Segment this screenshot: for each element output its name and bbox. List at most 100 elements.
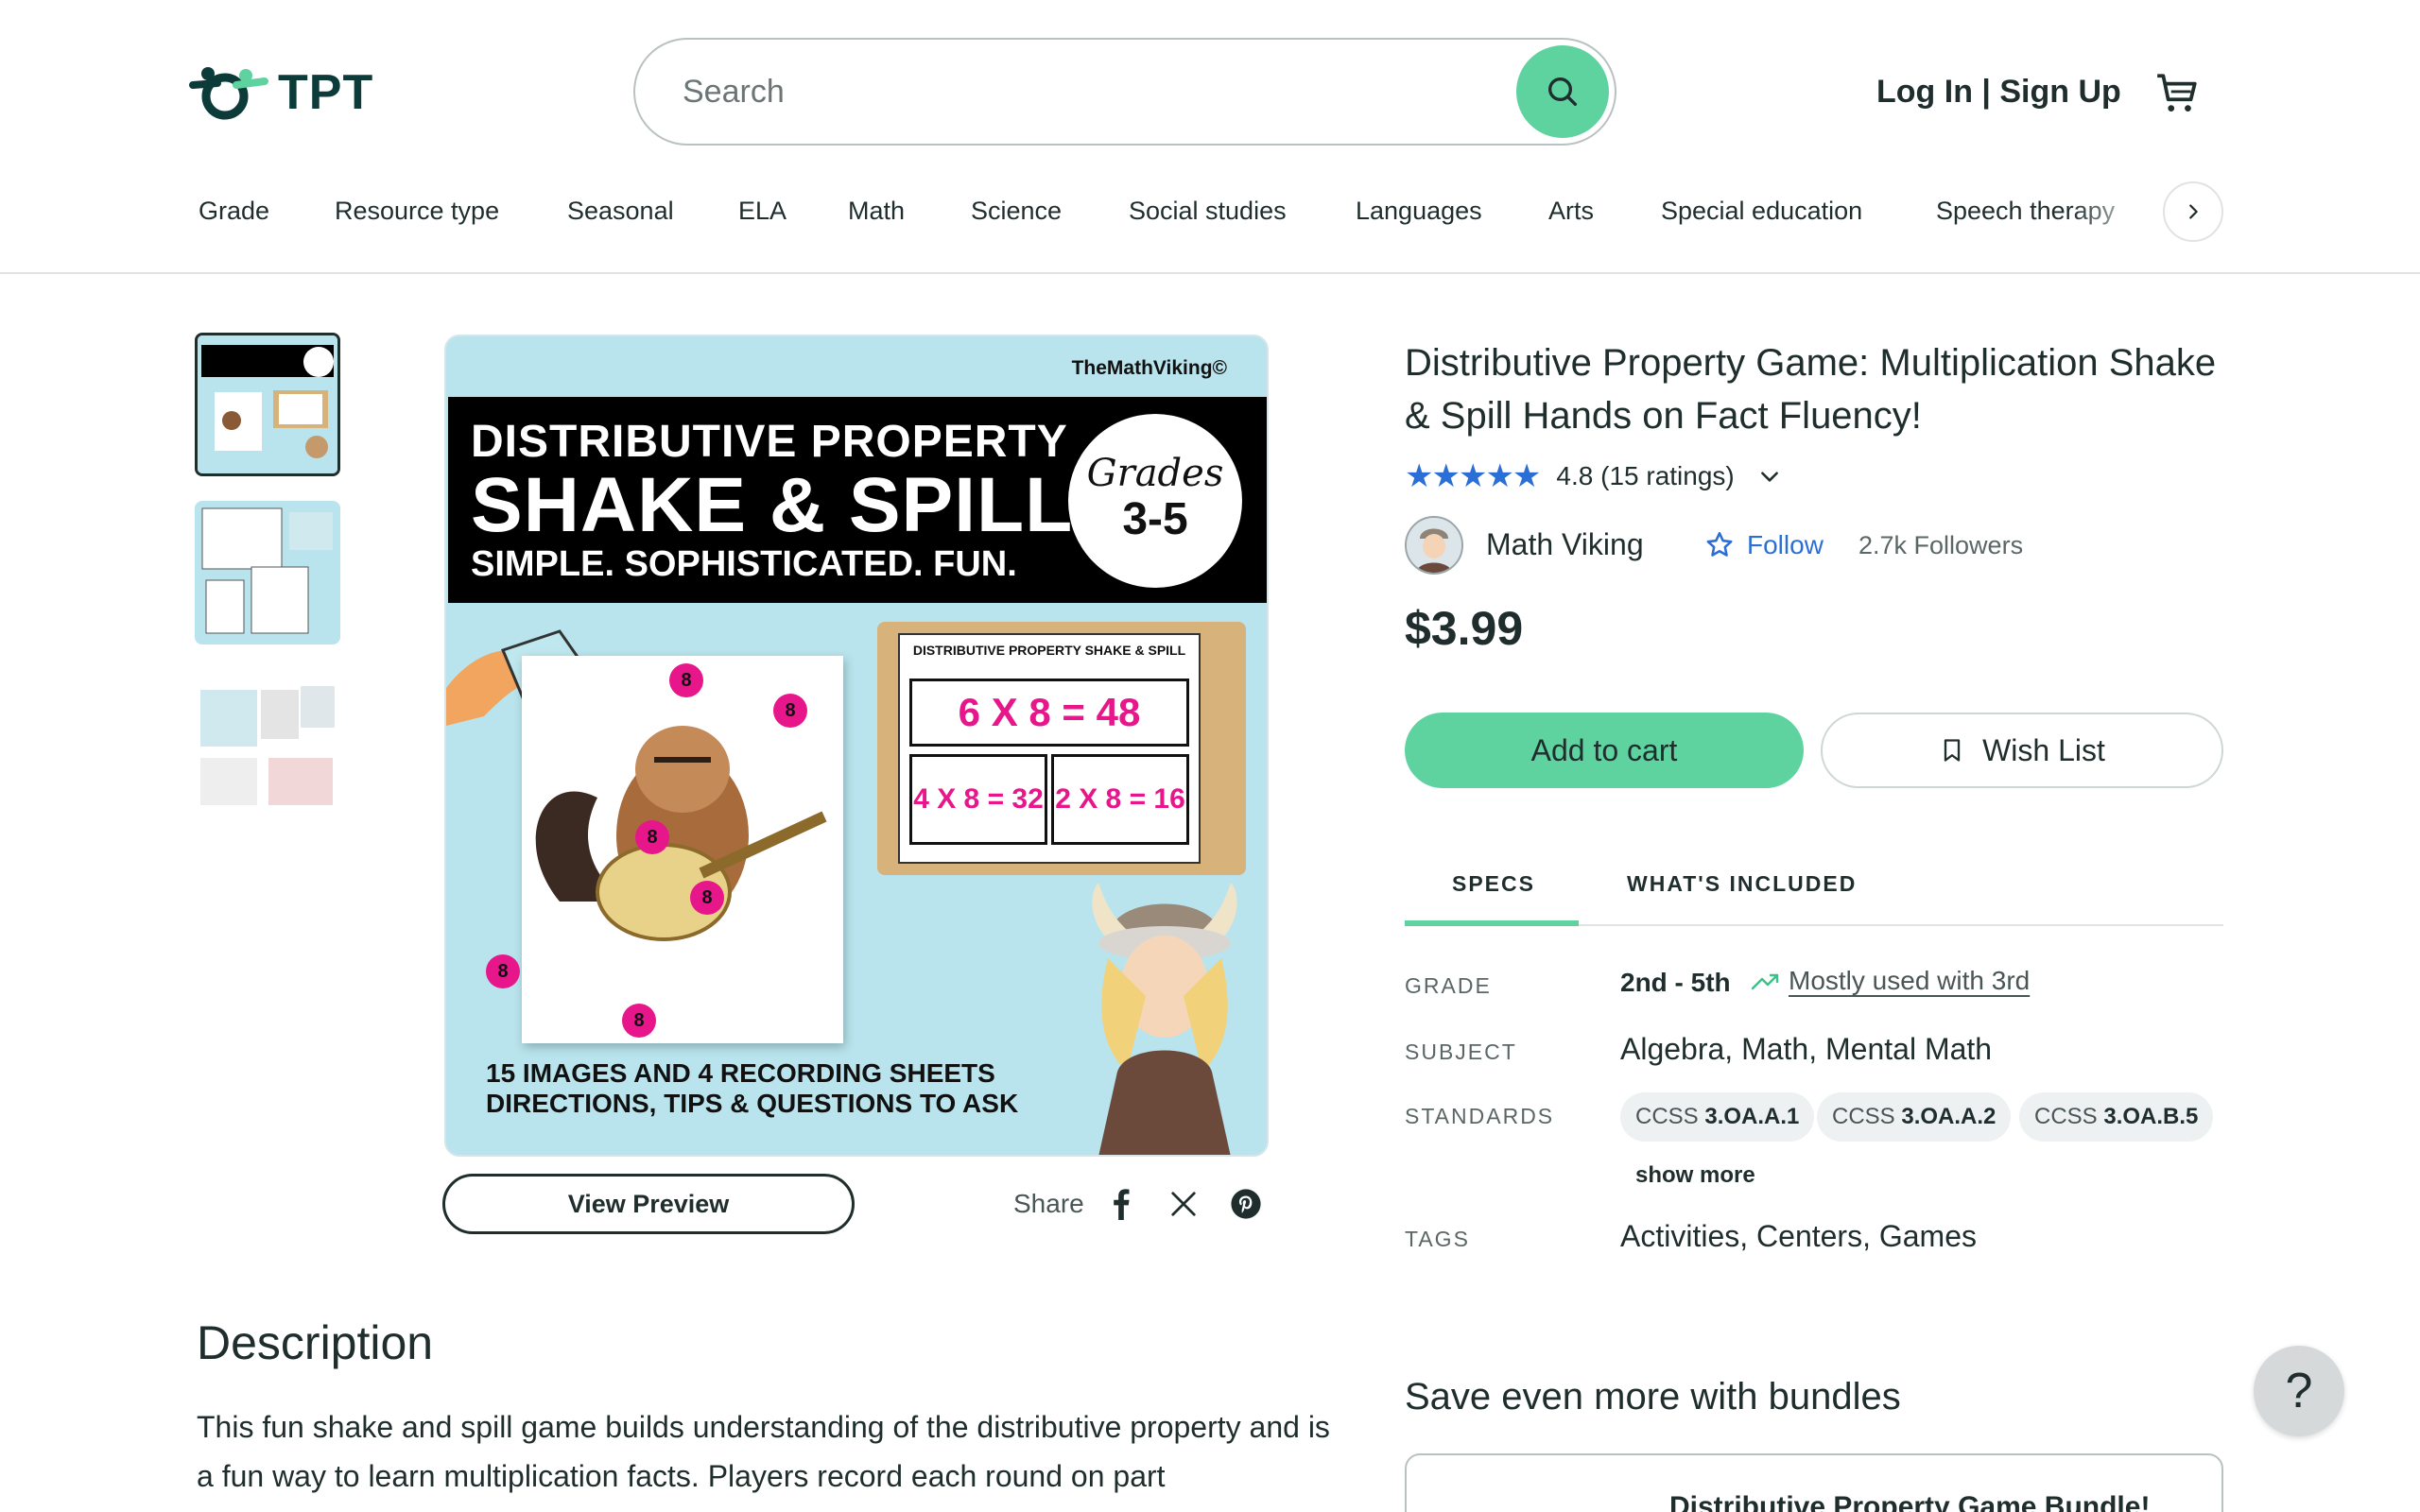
- spec-value-grade: 2nd - 5th: [1620, 968, 1731, 997]
- equation-part-a: 4 X 8 = 32: [909, 754, 1047, 845]
- nav-item-ela[interactable]: ELA: [738, 197, 786, 226]
- active-tab-indicator: [1405, 920, 1579, 926]
- standard-code: 3.OA.B.5: [2103, 1104, 2199, 1129]
- login-signup-link[interactable]: Log In | Sign Up: [1876, 74, 2121, 111]
- nav-item-seasonal[interactable]: Seasonal: [567, 197, 674, 226]
- rating-number: 4.8: [1556, 461, 1594, 490]
- spec-value-tags[interactable]: Activities, Centers, Games: [1620, 1219, 1977, 1254]
- spec-value-subject[interactable]: Algebra, Math, Mental Math: [1620, 1032, 1992, 1067]
- rating-value: 4.8 (15 ratings): [1556, 461, 1734, 491]
- rating-count: (15 ratings): [1600, 461, 1735, 490]
- preview-line-3: SIMPLE. SOPHISTICATED. FUN.: [471, 544, 1017, 584]
- standard-chip[interactable]: CCSS 3.OA.B.5: [2019, 1092, 2214, 1142]
- thumbnail-cover-image: [198, 335, 337, 473]
- wish-list-label: Wish List: [1982, 732, 2105, 767]
- nav-item-grade[interactable]: Grade: [199, 197, 269, 226]
- rating-stars: ★★★★★: [1405, 458, 1541, 494]
- bundle-card[interactable]: Distributive Property Game Bundle!: [1405, 1453, 2223, 1512]
- logo-text: TPT: [278, 65, 374, 120]
- grade-trend-text: Mostly used with 3rd: [1789, 966, 2031, 995]
- thumbnail-3[interactable]: [195, 671, 340, 815]
- dice-dot: 8: [635, 820, 669, 854]
- search-button[interactable]: [1516, 45, 1609, 138]
- tab-specs[interactable]: SPECS: [1452, 871, 1535, 897]
- tab-whats-included[interactable]: WHAT'S INCLUDED: [1627, 871, 1857, 897]
- author-avatar[interactable]: [1405, 516, 1463, 575]
- grades-badge-label: Grades: [1086, 452, 1224, 495]
- follow-button[interactable]: Follow: [1703, 529, 1824, 561]
- nav-item-science[interactable]: Science: [971, 197, 1062, 226]
- standard-code: 3.OA.A.1: [1704, 1104, 1800, 1129]
- thumbnail-2[interactable]: [195, 501, 340, 644]
- equation-part-b: 2 X 8 = 16: [1051, 754, 1189, 845]
- preview-title-banner: DISTRIBUTIVE PROPERTY SHAKE & SPILL SIMP…: [448, 397, 1267, 603]
- search-icon: [1548, 77, 1577, 107]
- add-to-cart-button[interactable]: Add to cart: [1405, 713, 1804, 788]
- nav-item-social-studies[interactable]: Social studies: [1129, 197, 1287, 226]
- description-heading: Description: [197, 1316, 434, 1369]
- dice-dot: 8: [622, 1004, 656, 1038]
- clipboard: DISTRIBUTIVE PROPERTY SHAKE & SPILL 6 X …: [877, 622, 1246, 875]
- cart-icon[interactable]: [2153, 70, 2201, 117]
- chevron-down-icon: [1760, 472, 1778, 482]
- wish-list-button[interactable]: Wish List: [1821, 713, 2223, 788]
- preview-brand-text: TheMathViking©: [1071, 357, 1227, 379]
- preview-line-2: SHAKE & SPILL: [471, 462, 1074, 548]
- description-text: This fun shake and spill game builds und…: [197, 1410, 1330, 1493]
- show-more-standards-link[interactable]: show more: [1635, 1162, 1755, 1189]
- help-button[interactable]: ?: [2254, 1346, 2344, 1436]
- logo-mark-icon: [189, 67, 268, 120]
- nav-item-languages[interactable]: Languages: [1356, 197, 1482, 226]
- facebook-icon[interactable]: [1102, 1185, 1140, 1223]
- x-twitter-icon[interactable]: [1165, 1185, 1202, 1223]
- nav-item-resource-type[interactable]: Resource type: [335, 197, 499, 226]
- thumbnail-sheets-image: [195, 501, 340, 644]
- thumbnail-directions-image: [195, 671, 340, 815]
- product-preview-image[interactable]: TheMathViking© DISTRIBUTIVE PROPERTY SHA…: [444, 335, 1269, 1157]
- viking-character-illustration: [1092, 883, 1237, 1155]
- spec-label-grade: GRADE: [1405, 973, 1492, 998]
- author-row: Math Viking Follow 2.7k Followers: [1405, 516, 2256, 576]
- spec-label-subject: SUBJECT: [1405, 1040, 1517, 1064]
- category-nav: Grade Resource type Seasonal ELA Math Sc…: [0, 181, 2420, 244]
- preview-bottom-line-2: DIRECTIONS, TIPS & QUESTIONS TO ASK: [486, 1089, 1019, 1118]
- view-preview-button[interactable]: View Preview: [442, 1174, 855, 1234]
- standard-code: 3.OA.A.2: [1901, 1104, 1996, 1129]
- share-label: Share: [1013, 1189, 1084, 1218]
- nav-next-button[interactable]: [2163, 181, 2223, 242]
- dice-dot: 8: [773, 694, 807, 728]
- equation-total: 6 X 8 = 48: [909, 679, 1189, 747]
- pinterest-icon[interactable]: [1227, 1185, 1265, 1223]
- trending-up-icon: [1751, 973, 1779, 990]
- bookmark-icon: [1944, 739, 1961, 762]
- dice-dot: 8: [486, 954, 520, 988]
- standard-chip[interactable]: CCSS 3.OA.A.1: [1620, 1092, 1815, 1142]
- grades-badge: Grades 3-5: [1068, 414, 1242, 588]
- dice-dot: 8: [669, 663, 703, 697]
- product-tabs: SPECS WHAT'S INCLUDED: [1405, 854, 2223, 926]
- rating-row[interactable]: ★★★★★ 4.8 (15 ratings): [1405, 457, 1782, 495]
- author-name-link[interactable]: Math Viking: [1486, 527, 1644, 562]
- thumbnail-1[interactable]: [195, 333, 340, 476]
- product-price: $3.99: [1405, 602, 1524, 655]
- nav-item-arts[interactable]: Arts: [1548, 197, 1594, 226]
- standard-prefix: CCSS: [1635, 1104, 1699, 1129]
- star-outline-icon: [1706, 531, 1733, 557]
- search-input[interactable]: [683, 62, 1514, 121]
- grade-trend-link[interactable]: Mostly used with 3rd: [1751, 966, 2030, 996]
- recording-sheet: DISTRIBUTIVE PROPERTY SHAKE & SPILL 6 X …: [898, 633, 1201, 864]
- preview-line-1: DISTRIBUTIVE PROPERTY: [471, 417, 1068, 467]
- nav-fade: [2070, 181, 2155, 244]
- follower-count: 2.7k Followers: [1858, 531, 2024, 559]
- chevron-right-icon: [2189, 204, 2198, 219]
- tpt-logo[interactable]: TPT: [189, 62, 406, 123]
- nav-item-special-education[interactable]: Special education: [1661, 197, 1862, 226]
- standard-chip[interactable]: CCSS 3.OA.A.2: [1817, 1092, 2012, 1142]
- standard-prefix: CCSS: [1832, 1104, 1895, 1129]
- search-bar: [633, 38, 1616, 146]
- spec-label-standards: STANDARDS: [1405, 1104, 1555, 1128]
- dice-dot: 8: [690, 881, 724, 915]
- follow-label: Follow: [1747, 530, 1824, 559]
- recording-sheet-title: DISTRIBUTIVE PROPERTY SHAKE & SPILL: [912, 643, 1186, 658]
- nav-item-math[interactable]: Math: [848, 197, 905, 226]
